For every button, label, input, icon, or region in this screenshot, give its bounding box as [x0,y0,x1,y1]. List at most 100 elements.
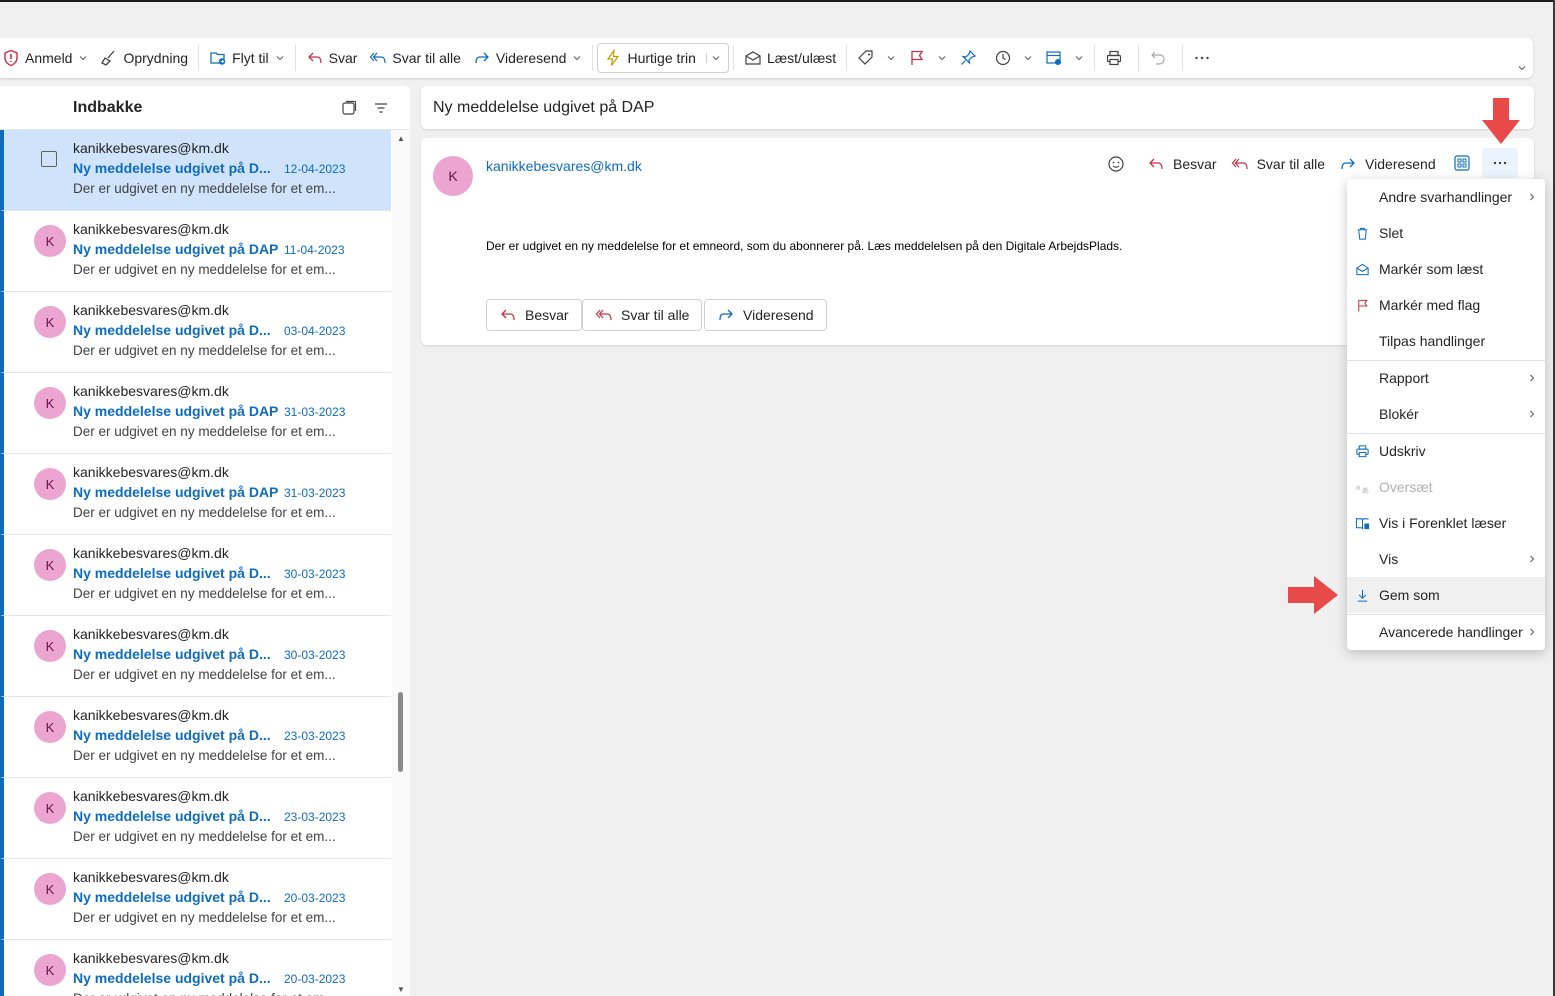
menu-item-other-reply-actions[interactable]: Andre svarhandlinger [1347,179,1545,215]
avatar[interactable]: K [34,387,66,419]
reply-all-icon [1231,158,1248,170]
sender-address[interactable]: kanikkebesvares@km.dk [486,158,642,174]
menu-item-advanced-actions[interactable]: Avancerede handlinger [1347,614,1545,650]
list-item[interactable]: Kkanikkebesvares@km.dk Ny meddelelse udgi… [0,697,391,778]
message-subject: Ny meddelelse udgivet på D... [73,889,271,905]
chevron-down-icon[interactable] [275,53,285,63]
avatar[interactable]: K [34,630,66,662]
chevron-down-icon[interactable] [1517,60,1527,71]
reply-all-action-label: Svar til alle [1256,156,1326,172]
pin-button[interactable] [953,42,988,74]
chevron-down-icon[interactable] [1023,53,1033,63]
apps-icon [1454,155,1470,171]
reply-all-icon [369,49,387,67]
menu-item-translate[interactable]: a あ Oversæt [1347,469,1545,505]
reply-all-action[interactable]: Svar til alle [1231,155,1325,173]
read-unread-label: Læst/ulæst [766,50,837,66]
reply-all-button[interactable]: Svar til alle [582,299,703,331]
scroll-down-icon[interactable]: ▼ [397,985,405,994]
more-options-button[interactable] [1187,42,1222,74]
quick-steps-button[interactable]: Hurtige trin [597,43,729,73]
forward-button[interactable]: Videresend [704,299,827,331]
menu-item-report[interactable]: Rapport [1347,360,1545,396]
emoji-button[interactable] [1107,155,1133,173]
move-folder-icon [209,49,227,67]
message-sender: kanikkebesvares@km.dk [73,383,229,399]
chevron-down-icon[interactable] [78,53,88,63]
select-all-icon[interactable] [341,100,357,116]
reply-all-button[interactable]: Svar til alle [363,42,466,74]
sweep-button[interactable]: Oprydning [94,42,194,74]
report-button[interactable]: Anmeld [0,42,94,74]
list-item[interactable]: Kkanikkebesvares@km.dk Ny meddelelse udgi… [0,940,391,996]
menu-item-label: Vis [1379,551,1399,567]
avatar[interactable]: K [34,954,66,986]
read-unread-button[interactable]: Læst/ulæst [738,42,842,74]
menu-item-customize-actions[interactable]: Tilpas handlinger [1347,323,1545,359]
list-item[interactable]: Kkanikkebesvares@km.dk Ny meddelelse udgi… [0,616,391,697]
broom-icon [100,49,118,67]
rules-button[interactable] [1039,42,1090,74]
list-item[interactable]: Kkanikkebesvares@km.dk Ny meddelelse udgi… [0,373,391,454]
avatar[interactable]: K [34,711,66,743]
menu-item-save-as[interactable]: Gem som [1347,577,1545,613]
message-date: 31-03-2023 [284,486,346,500]
menu-item-mark-read[interactable]: Markér som læst [1347,251,1545,287]
list-item[interactable]: Kkanikkebesvares@km.dk Ny meddelelse udgi… [0,211,391,292]
menu-item-print[interactable]: Udskriv [1347,433,1545,469]
list-item[interactable]: Kkanikkebesvares@km.dk Ny meddelelse udgi… [0,535,391,616]
ribbon-divider [198,45,200,71]
message-date: 03-04-2023 [284,324,346,338]
message-preview: Der er udgivet en ny meddelelse for et e… [73,586,336,601]
menu-item-label: Andre svarhandlinger [1379,189,1513,205]
avatar[interactable]: K [34,792,66,824]
chevron-down-icon[interactable] [937,53,947,63]
list-item[interactable]: Kkanikkebesvares@km.dk Ny meddelelse udgi… [0,859,391,940]
message-preview: Der er udgivet en ny meddelelse for et e… [73,829,336,844]
calendar-rules-icon [1045,49,1063,67]
tag-button[interactable] [851,42,902,74]
avatar[interactable]: K [34,468,66,500]
move-to-button[interactable]: Flyt til [203,42,291,74]
avatar[interactable]: K [34,225,66,257]
snooze-button[interactable] [988,42,1039,74]
menu-item-view[interactable]: Vis [1347,541,1545,577]
avatar[interactable]: K [433,156,473,196]
undo-button[interactable] [1143,42,1178,74]
message-sender: kanikkebesvares@km.dk [73,869,229,885]
list-item[interactable]: Kkanikkebesvares@km.dk Ny meddelelse udgi… [0,778,391,859]
more-actions-button[interactable] [1482,148,1518,178]
menu-item-block[interactable]: Blokér [1347,396,1545,432]
chevron-down-icon[interactable] [572,53,582,63]
apps-button[interactable] [1451,152,1473,174]
message-date: 20-03-2023 [284,891,346,905]
scroll-up-icon[interactable]: ▲ [397,134,405,143]
avatar[interactable]: K [34,549,66,581]
printer-icon [1354,443,1370,459]
list-item[interactable]: Kkanikkebesvares@km.dk Ny meddelelse udgi… [0,292,391,373]
list-item[interactable]: Kkanikkebesvares@km.dk Ny meddelelse udgi… [0,454,391,535]
avatar[interactable]: K [34,306,66,338]
undo-icon [1149,49,1167,67]
avatar[interactable]: K [34,873,66,905]
reply-button[interactable]: Svar [300,42,364,74]
menu-item-delete[interactable]: Slet [1347,215,1545,251]
filter-icon[interactable] [373,100,389,116]
reply-action[interactable]: Besvar [1147,155,1217,173]
forward-action[interactable]: Videresend [1339,155,1436,173]
chevron-right-icon [1527,409,1537,419]
select-checkbox[interactable] [41,151,57,167]
scroll-thumb[interactable] [398,692,403,772]
ribbon-divider [1182,45,1184,71]
print-button[interactable] [1099,42,1134,74]
list-item[interactable]: kanikkebesvares@km.dk Ny meddelelse udgiv… [0,130,391,211]
chevron-down-icon[interactable] [1074,53,1084,63]
reply-button[interactable]: Besvar [486,299,582,331]
chevron-down-icon[interactable] [705,53,722,63]
list-scrollbar[interactable]: ▲ ▼ [392,130,410,996]
menu-item-immersive-reader[interactable]: Vis i Forenklet læser [1347,505,1545,541]
chevron-down-icon[interactable] [886,53,896,63]
menu-item-flag[interactable]: Markér med flag [1347,287,1545,323]
forward-button[interactable]: Videresend [467,42,589,74]
flag-button[interactable] [902,42,953,74]
